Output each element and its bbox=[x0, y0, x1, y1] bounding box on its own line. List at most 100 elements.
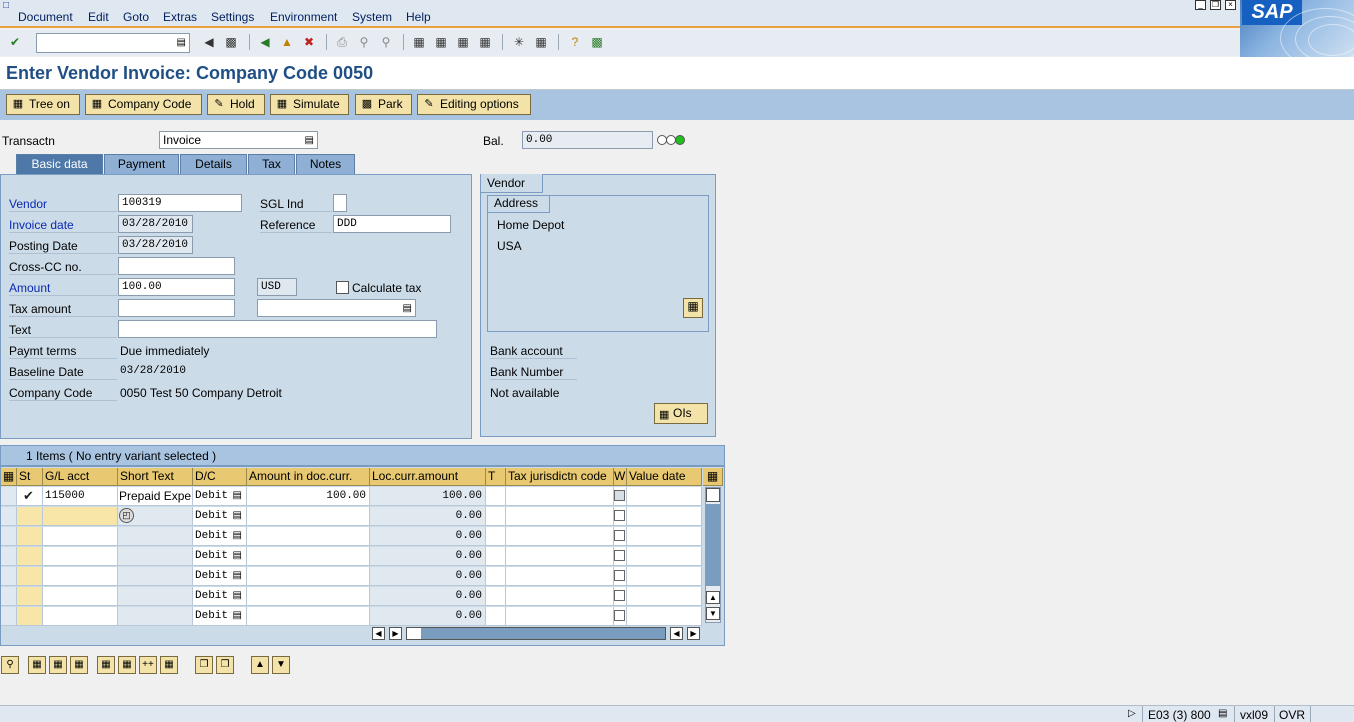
deselect-all-icon[interactable]: ▦ bbox=[70, 656, 88, 674]
w-cell[interactable] bbox=[614, 507, 627, 526]
row-selector[interactable] bbox=[1, 487, 17, 506]
text-input[interactable] bbox=[118, 320, 437, 338]
transaction-select[interactable]: Invoice ▤ bbox=[159, 131, 318, 149]
row-status[interactable] bbox=[17, 507, 43, 526]
row-selector[interactable] bbox=[1, 547, 17, 566]
back-small-icon[interactable]: ◀ bbox=[200, 33, 218, 51]
debit-credit-cell[interactable]: Debit ▤ bbox=[193, 587, 247, 606]
w-cell[interactable] bbox=[614, 487, 627, 506]
col-amount-local[interactable]: Loc.curr.amount bbox=[370, 468, 486, 486]
column-settings-icon[interactable]: ▦ bbox=[703, 468, 723, 486]
col-tax-code[interactable]: T bbox=[486, 468, 506, 486]
menu-goto[interactable]: Goto bbox=[123, 10, 149, 24]
simulate-button[interactable]: ▦ Simulate bbox=[270, 94, 349, 115]
vendor-input[interactable]: 100319 bbox=[118, 194, 242, 212]
tab-basic-data[interactable]: Basic data bbox=[16, 154, 103, 174]
select-all-rows-icon[interactable]: ▦ bbox=[28, 656, 46, 674]
row-status[interactable] bbox=[17, 527, 43, 546]
value-date-cell[interactable] bbox=[627, 587, 702, 606]
menu-environment[interactable]: Environment bbox=[270, 10, 337, 24]
tax-amount-input[interactable] bbox=[118, 299, 235, 317]
value-date-cell[interactable] bbox=[627, 507, 702, 526]
menu-edit[interactable]: Edit bbox=[88, 10, 109, 24]
shortcut-icon[interactable]: ▦ bbox=[532, 33, 550, 51]
value-date-cell[interactable] bbox=[627, 527, 702, 546]
menu-document[interactable]: Document bbox=[18, 10, 73, 24]
amount-doc-cell[interactable] bbox=[247, 527, 370, 546]
tab-tax[interactable]: Tax bbox=[248, 154, 295, 174]
find-icon[interactable]: ⚲ bbox=[355, 33, 373, 51]
paste-icon[interactable]: ❐ bbox=[216, 656, 234, 674]
menu-extras[interactable]: Extras bbox=[163, 10, 197, 24]
scroll-left-end-icon[interactable]: ◀ bbox=[670, 627, 683, 640]
menu-settings[interactable]: Settings bbox=[211, 10, 254, 24]
amount-input[interactable]: 100.00 bbox=[118, 278, 235, 296]
tree-on-button[interactable]: ▦ Tree on bbox=[6, 94, 80, 115]
col-gl-account[interactable]: G/L acct bbox=[43, 468, 118, 486]
new-session-icon[interactable]: ✳ bbox=[510, 33, 528, 51]
back-icon[interactable]: ◀ bbox=[256, 33, 274, 51]
w-checkbox[interactable] bbox=[614, 510, 625, 521]
posting-date-input[interactable]: 03/28/2010 bbox=[118, 236, 193, 254]
delete-row-icon[interactable]: ▦ bbox=[160, 656, 178, 674]
scroll-thumb-top[interactable] bbox=[706, 488, 720, 502]
row-selector[interactable] bbox=[1, 507, 17, 526]
find-next-icon[interactable]: ⚲ bbox=[377, 33, 395, 51]
tax-code-cell[interactable] bbox=[486, 607, 506, 626]
col-value-date[interactable]: Value date bbox=[627, 468, 702, 486]
restore-icon[interactable]: ❐ bbox=[1210, 0, 1221, 10]
amount-doc-cell[interactable] bbox=[247, 587, 370, 606]
reference-input[interactable]: DDD bbox=[333, 215, 451, 233]
invoice-date-input[interactable]: 03/28/2010 bbox=[118, 215, 193, 233]
gl-account-cell[interactable] bbox=[43, 567, 118, 586]
w-checkbox[interactable] bbox=[614, 550, 625, 561]
w-checkbox[interactable] bbox=[614, 610, 625, 621]
row-status[interactable] bbox=[17, 607, 43, 626]
col-amount-doc[interactable]: Amount in doc.curr. bbox=[247, 468, 370, 486]
dropdown-icon[interactable]: ▤ bbox=[403, 301, 412, 316]
close-icon[interactable]: × bbox=[1225, 0, 1236, 10]
dropdown-icon[interactable]: ▤ bbox=[177, 37, 186, 48]
minimize-icon[interactable]: _ bbox=[1195, 0, 1206, 10]
dropdown-icon[interactable]: ▤ bbox=[305, 133, 314, 148]
sgl-ind-input[interactable] bbox=[333, 194, 347, 212]
short-text-cell[interactable] bbox=[118, 587, 193, 606]
tax-code-cell[interactable] bbox=[486, 487, 506, 506]
copy-icon[interactable]: ❐ bbox=[195, 656, 213, 674]
detail-view-icon[interactable]: ⚲ bbox=[1, 656, 19, 674]
dropdown-icon[interactable]: ▤ bbox=[233, 527, 242, 545]
dropdown-icon[interactable]: ▤ bbox=[233, 607, 242, 625]
value-date-cell[interactable] bbox=[627, 607, 702, 626]
enter-icon[interactable]: ✔ bbox=[6, 33, 24, 51]
w-cell[interactable] bbox=[614, 567, 627, 586]
row-status[interactable]: ✔ bbox=[17, 487, 43, 506]
scroll-left-icon[interactable]: ◀ bbox=[372, 627, 385, 640]
tax-code-select[interactable]: ▤ bbox=[257, 299, 416, 317]
previous-page-icon[interactable]: ▦ bbox=[432, 33, 450, 51]
cancel-icon[interactable]: ✖ bbox=[300, 33, 318, 51]
tax-jurisdiction-cell[interactable] bbox=[506, 487, 614, 506]
scrollbar-track[interactable] bbox=[706, 504, 720, 586]
w-cell[interactable] bbox=[614, 527, 627, 546]
row-selector[interactable] bbox=[1, 567, 17, 586]
tax-jurisdiction-cell[interactable] bbox=[506, 547, 614, 566]
w-checkbox[interactable] bbox=[614, 570, 625, 581]
currency-input[interactable]: USD bbox=[257, 278, 297, 296]
tax-code-cell[interactable] bbox=[486, 507, 506, 526]
print-icon[interactable]: ⎙ bbox=[333, 33, 351, 51]
copy-row-icon[interactable]: ++ bbox=[139, 656, 157, 674]
tax-jurisdiction-cell[interactable] bbox=[506, 587, 614, 606]
gl-account-cell[interactable] bbox=[43, 507, 118, 526]
amount-doc-cell[interactable] bbox=[247, 567, 370, 586]
company-code-button[interactable]: ▦ Company Code bbox=[85, 94, 202, 115]
col-tax-jurisdiction[interactable]: Tax jurisdictn code bbox=[506, 468, 614, 486]
menu-system[interactable]: System bbox=[352, 10, 392, 24]
open-items-button[interactable]: ▦ OIs bbox=[654, 403, 708, 424]
gl-account-cell[interactable] bbox=[43, 527, 118, 546]
tab-details[interactable]: Details bbox=[180, 154, 247, 174]
amount-doc-cell[interactable] bbox=[247, 507, 370, 526]
col-status[interactable]: St bbox=[17, 468, 43, 486]
tax-code-cell[interactable] bbox=[486, 587, 506, 606]
debit-credit-cell[interactable]: Debit ▤ bbox=[193, 507, 247, 526]
short-text-cell[interactable] bbox=[118, 547, 193, 566]
